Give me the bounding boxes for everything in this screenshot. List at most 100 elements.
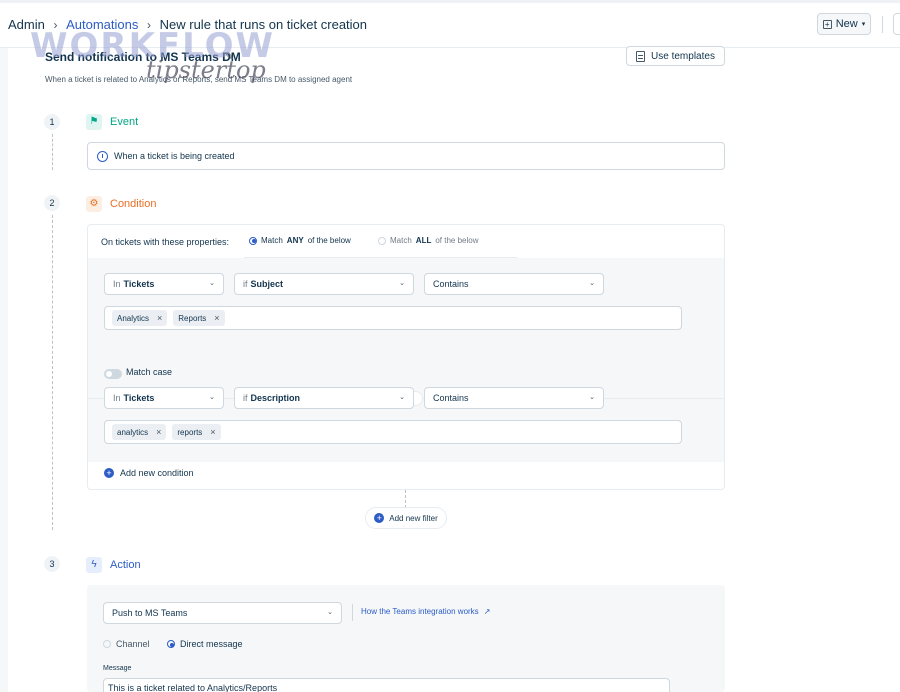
action-type-value: Push to MS Teams (112, 608, 188, 618)
action-card: Push to MS Teams ⌄ How the Teams integra… (87, 585, 725, 692)
help-link-label: How the Teams integration works (361, 607, 479, 616)
chevron-down-icon: ⌄ (589, 280, 595, 287)
radio-selected-icon (167, 640, 175, 648)
chevron-down-icon: ⌄ (327, 609, 333, 616)
target-channel-radio[interactable]: Channel (103, 639, 150, 649)
tag-label: reports (177, 427, 203, 437)
add-condition-button[interactable]: + Add new condition (104, 468, 194, 478)
action-type-select[interactable]: Push to MS Teams ⌄ (103, 602, 342, 624)
add-filter-label: Add new filter (389, 513, 438, 523)
action-heading: Action (110, 559, 141, 571)
use-templates-button[interactable]: Use templates (626, 46, 725, 66)
left-rail (0, 48, 8, 692)
filter-connector (405, 490, 406, 508)
step-number-action: 3 (44, 556, 60, 572)
new-button[interactable]: + New ▾ (817, 13, 871, 35)
operator-value: Contains (433, 279, 469, 289)
plus-circle-icon: + (374, 513, 385, 523)
new-button-label: New (835, 18, 858, 30)
value-tag-input[interactable]: Analytics × Reports × (104, 306, 682, 330)
close-icon[interactable]: × (157, 313, 162, 323)
toolbar-divider (882, 16, 883, 33)
scope-prefix: In (113, 393, 121, 403)
field-prefix: if (243, 279, 248, 289)
match-case-toggle[interactable] (104, 369, 122, 379)
close-icon[interactable]: × (156, 427, 161, 437)
chevron-down-icon: ⌄ (589, 394, 595, 401)
tag-label: Analytics (117, 313, 150, 323)
properties-label: On tickets with these properties: (101, 237, 230, 247)
tag-chip: Reports × (173, 310, 225, 326)
target-dm-label: Direct message (180, 639, 243, 649)
field-value: Subject (250, 279, 284, 289)
watermark-signature: tipstertop (146, 56, 266, 84)
value-tag-input[interactable]: analytics × reports × (104, 420, 682, 444)
more-button[interactable] (893, 13, 900, 35)
chevron-down-icon: ⌄ (209, 394, 215, 401)
match-any-bold: ANY (286, 236, 304, 245)
scope-value: Tickets (123, 393, 155, 403)
flag-icon: ⚑ (86, 114, 102, 130)
step-number-condition: 2 (44, 195, 60, 211)
radio-unselected-icon (103, 640, 111, 648)
chevron-down-icon: ⌄ (399, 394, 405, 401)
scope-select[interactable]: In Tickets ⌄ (104, 387, 224, 409)
tag-chip: Analytics × (112, 310, 168, 326)
gear-icon: ⚙ (86, 196, 102, 212)
plus-square-icon: + (822, 19, 832, 29)
match-any-pre: Match (261, 236, 283, 245)
step-number-event: 1 (44, 114, 60, 130)
target-channel-label: Channel (116, 639, 150, 649)
close-icon[interactable]: × (210, 427, 215, 437)
match-all-post: of the below (435, 236, 479, 245)
message-label: Message (103, 665, 132, 672)
tag-chip: reports × (172, 424, 221, 440)
external-link-icon: ↗ (483, 607, 491, 616)
tag-chip: analytics × (112, 424, 167, 440)
match-case-label: Match case (126, 367, 173, 377)
field-prefix: if (243, 393, 248, 403)
radio-unselected-icon (378, 236, 386, 245)
condition-body: In Tickets ⌄ if Subject ⌄ Contains ⌄ Ana… (88, 258, 724, 462)
stopwatch-icon (97, 150, 108, 162)
scope-select[interactable]: In Tickets ⌄ (104, 273, 224, 295)
match-any-post: of the below (307, 236, 351, 245)
help-divider (352, 604, 353, 621)
field-select[interactable]: if Subject ⌄ (234, 273, 414, 295)
operator-select[interactable]: Contains ⌄ (424, 273, 604, 295)
field-value: Description (250, 393, 301, 403)
message-textarea[interactable]: This is a ticket related to Analytics/Re… (103, 678, 670, 692)
step-connector (52, 134, 53, 170)
close-icon[interactable]: × (214, 313, 219, 323)
event-heading: Event (110, 116, 139, 128)
chevron-down-icon: ▾ (861, 21, 866, 28)
radio-selected-icon (249, 236, 257, 245)
field-select[interactable]: if Description ⌄ (234, 387, 414, 409)
teams-help-link[interactable]: How the Teams integration works ↗ (361, 607, 490, 616)
add-filter-button[interactable]: + Add new filter (365, 507, 447, 529)
match-all-bold: ALL (415, 236, 432, 245)
operator-select[interactable]: Contains ⌄ (424, 387, 604, 409)
chevron-down-icon: ⌄ (209, 280, 215, 287)
plus-circle-icon: + (104, 468, 114, 478)
use-templates-label: Use templates (651, 50, 715, 62)
match-all-pre: Match (390, 236, 412, 245)
lightning-icon: ϟ (86, 557, 102, 573)
match-all-radio[interactable]: Match ALL of the below (378, 236, 479, 245)
condition-heading: Condition (110, 198, 157, 210)
operator-value: Contains (433, 393, 469, 403)
tag-label: analytics (117, 427, 149, 437)
event-trigger-value: When a ticket is being created (114, 151, 235, 161)
tag-label: Reports (178, 313, 207, 323)
match-any-radio[interactable]: Match ANY of the below (249, 236, 351, 245)
scope-prefix: In (113, 279, 121, 289)
document-icon (636, 50, 646, 62)
condition-card: On tickets with these properties: Match … (87, 224, 725, 490)
chevron-down-icon: ⌄ (399, 280, 405, 287)
event-trigger-field[interactable]: When a ticket is being created (87, 142, 725, 170)
top-accent-strip (0, 0, 900, 3)
target-dm-radio[interactable]: Direct message (167, 639, 243, 649)
scope-value: Tickets (123, 279, 155, 289)
step-connector (52, 215, 53, 530)
add-condition-label: Add new condition (120, 468, 194, 478)
